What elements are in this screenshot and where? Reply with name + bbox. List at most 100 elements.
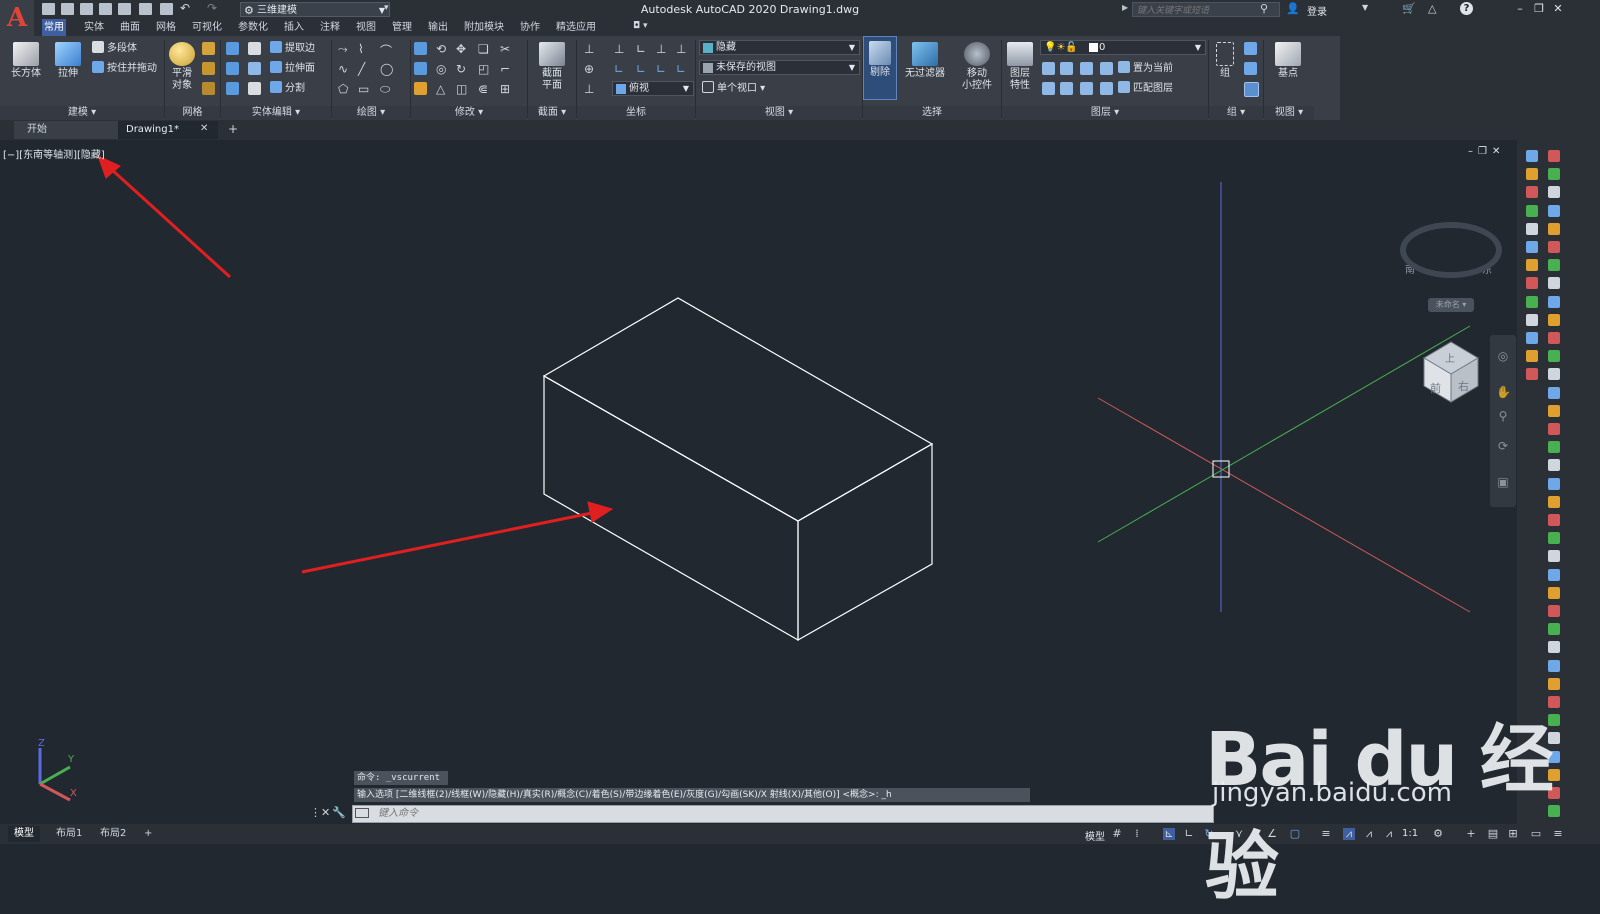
toolbar-tool-icon[interactable] xyxy=(1548,550,1560,563)
showmotion-icon[interactable]: ▣ xyxy=(1496,475,1510,489)
extract-edges-button[interactable]: 提取边 xyxy=(270,41,315,57)
close-icon[interactable]: ✕ xyxy=(200,123,208,134)
mirror-icon[interactable]: △ xyxy=(436,82,449,96)
open-web-icon[interactable] xyxy=(118,3,131,15)
ucs-y-icon[interactable]: ∟ xyxy=(636,62,649,76)
tab-parametric[interactable]: 参数化 xyxy=(236,19,270,36)
ucs-menu-button[interactable]: 未命名 ▾ xyxy=(1428,298,1474,312)
redo-icon[interactable]: ↷ xyxy=(207,1,217,15)
tab-visualize[interactable]: 可视化 xyxy=(190,19,224,36)
new-tab-button[interactable]: + xyxy=(228,122,238,136)
layout-tab-add[interactable]: + xyxy=(138,826,158,842)
toolbar-tool-icon[interactable] xyxy=(1548,568,1560,581)
extrude-faces-button[interactable]: 拉伸面 xyxy=(270,61,315,77)
spline-icon[interactable]: ⌇ xyxy=(358,42,371,56)
toolbar-tool-icon[interactable] xyxy=(1526,186,1538,199)
customize-qat-icon[interactable]: ▾ xyxy=(384,3,389,13)
rotate-icon[interactable]: ↻ xyxy=(456,62,469,76)
pan-icon[interactable]: ✋ xyxy=(1496,385,1511,399)
intersect-icon[interactable] xyxy=(226,82,239,95)
section-plane-button[interactable]: 截面 平面 xyxy=(532,38,572,92)
autocad-logo-icon[interactable]: A xyxy=(0,0,34,36)
toolbar-tool-icon[interactable] xyxy=(1548,186,1560,199)
tab-solid[interactable]: 实体 xyxy=(82,19,106,36)
ucs-world-icon[interactable]: ⊥ xyxy=(614,42,627,56)
toolbar-tool-icon[interactable] xyxy=(1548,605,1560,617)
save-icon[interactable] xyxy=(80,3,93,15)
toolbar-tool-icon[interactable] xyxy=(1526,222,1538,235)
toolbar-tool-icon[interactable] xyxy=(1548,623,1560,636)
scale-icon[interactable]: ◰ xyxy=(478,62,491,76)
array-icon[interactable] xyxy=(414,62,427,75)
command-recent-icon[interactable] xyxy=(355,808,369,818)
group-edit-icon[interactable] xyxy=(1244,62,1257,75)
orbit-icon[interactable]: ⟳ xyxy=(1496,439,1510,453)
layer-lock-icon[interactable] xyxy=(1100,62,1113,75)
help-icon[interactable]: ? xyxy=(1460,2,1473,15)
trim-icon[interactable]: ✂ xyxy=(500,42,513,56)
slice-icon[interactable] xyxy=(248,62,261,75)
toolbar-tool-icon[interactable] xyxy=(1526,168,1538,181)
grid-icon[interactable]: # xyxy=(1111,828,1123,840)
subtract-icon[interactable] xyxy=(226,62,239,75)
tab-view[interactable]: 视图 xyxy=(354,19,378,36)
toolbar-tool-icon[interactable] xyxy=(1548,150,1560,162)
layout-tab-model[interactable]: 模型 xyxy=(8,826,40,842)
toolbar-tool-icon[interactable] xyxy=(1526,350,1538,363)
offset-icon[interactable]: ◎ xyxy=(436,62,449,76)
ucs-origin-icon[interactable]: ∟ xyxy=(636,42,649,56)
save-as-icon[interactable] xyxy=(99,3,112,15)
toolbar-tool-icon[interactable] xyxy=(1548,659,1560,672)
union-icon[interactable] xyxy=(226,42,239,55)
layer-properties-button[interactable]: 图层 特性 xyxy=(1000,38,1040,92)
toolbar-tool-icon[interactable] xyxy=(1548,441,1560,454)
ungroup-icon[interactable] xyxy=(1244,42,1257,55)
toolbar-tool-icon[interactable] xyxy=(1548,332,1560,344)
toolbar-tool-icon[interactable] xyxy=(1548,586,1560,599)
snap-icon[interactable]: ⁞ xyxy=(1131,828,1143,840)
layer-off-icon[interactable] xyxy=(1042,62,1055,75)
toolbar-tool-icon[interactable] xyxy=(1548,295,1560,308)
open-icon[interactable] xyxy=(61,3,74,15)
tab-annotate[interactable]: 注释 xyxy=(318,19,342,36)
culling-button[interactable]: 剔除 xyxy=(863,36,897,100)
toolbar-tool-icon[interactable] xyxy=(1548,277,1560,290)
move-gizmo-button[interactable]: 移动 小控件 xyxy=(954,38,1000,92)
view-direction-select[interactable]: 俯视 ▼ xyxy=(612,81,694,96)
selection-panel-footer[interactable]: 选择 xyxy=(863,106,1001,120)
plot-icon[interactable] xyxy=(160,3,173,15)
make-current-button[interactable]: 置为当前 xyxy=(1118,61,1173,77)
draw-panel-footer[interactable]: 绘图 ▾ xyxy=(332,106,410,120)
toolbar-tool-icon[interactable] xyxy=(1548,514,1560,526)
array-rect-icon[interactable]: ⊞ xyxy=(500,82,513,96)
undo-icon[interactable]: ↶ xyxy=(180,1,190,15)
polysolid-button[interactable]: 多段体 xyxy=(92,41,137,57)
user-icon[interactable]: 👤 xyxy=(1286,2,1300,15)
gizmo-move-icon[interactable] xyxy=(414,42,427,55)
toolbar-tool-icon[interactable] xyxy=(1548,204,1560,217)
fillet-icon[interactable]: ⌐ xyxy=(500,62,513,76)
model-space-toggle[interactable]: 模型 xyxy=(1085,828,1105,843)
tab-mesh[interactable]: 网格 xyxy=(154,19,178,36)
view2-panel-footer[interactable]: 视图 ▾ xyxy=(1264,106,1314,120)
toolbar-tool-icon[interactable] xyxy=(1526,204,1538,217)
smooth-object-button[interactable]: 平滑 对象 xyxy=(162,38,202,92)
ucs-x-icon[interactable]: ∟ xyxy=(614,62,627,76)
layer-select[interactable]: 💡☀🔓 0 ▼ xyxy=(1040,40,1206,55)
toolbar-tool-icon[interactable] xyxy=(1526,368,1538,381)
box-button[interactable]: 长方体 xyxy=(6,38,46,80)
viewport-config-button[interactable]: 单个视口 ▾ xyxy=(702,81,765,97)
close-icon[interactable]: ⋮✕ xyxy=(310,806,330,819)
toolbar-tool-icon[interactable] xyxy=(1526,277,1538,290)
mesh-smooth-less-icon[interactable] xyxy=(202,62,215,75)
toolbar-tool-icon[interactable] xyxy=(1548,350,1560,363)
ucs-zaxis-icon[interactable]: ⊥ xyxy=(656,42,669,56)
polyline-icon[interactable]: ⤳ xyxy=(338,42,351,56)
modify-panel-footer[interactable]: 修改 ▾ xyxy=(411,106,527,120)
rotate3d-icon[interactable]: ⟲ xyxy=(436,42,449,56)
close-icon[interactable]: ✕ xyxy=(1551,2,1565,15)
extrude-button[interactable]: 拉伸 xyxy=(48,38,88,80)
interfere-icon[interactable] xyxy=(248,42,261,55)
group-select-icon[interactable] xyxy=(1244,82,1259,97)
separate-button[interactable]: 分割 xyxy=(270,81,305,97)
